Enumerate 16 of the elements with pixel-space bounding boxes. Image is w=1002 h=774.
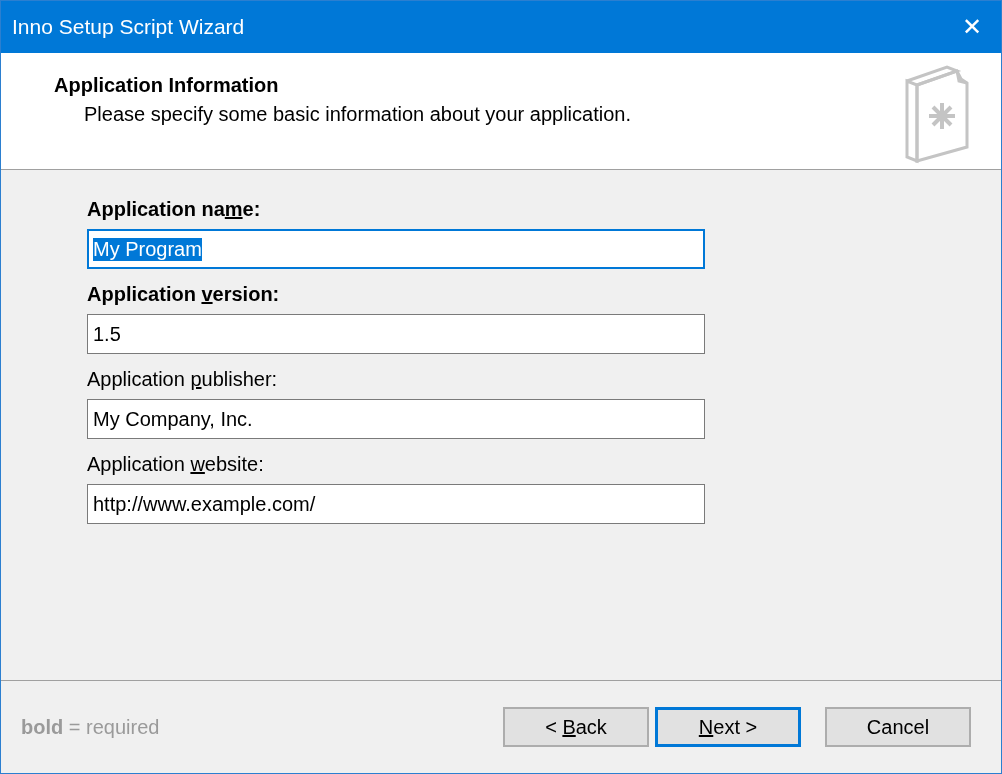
text-field[interactable]: My Program [87,229,705,269]
back-button[interactable]: < Back [503,707,649,747]
page-title: Application Information [54,74,280,97]
field-label: Application name: [87,198,261,221]
window-title: Inno Setup Script Wizard [12,15,245,39]
text-field[interactable]: 1.5 [87,314,705,354]
page-subtitle: Please specify some basic information about your application. [83,103,631,126]
field-label: Application version: [87,283,280,306]
text-field[interactable]: http://www.example.com/ [87,484,705,524]
next-button[interactable]: Next > [655,707,801,747]
cancel-button[interactable]: Cancel [825,707,971,747]
field-label: Application publisher: [87,368,278,391]
legend-text: bold = required [21,715,160,739]
close-button[interactable]: ✕ [943,1,1001,53]
text-field[interactable]: My Company, Inc. [87,399,705,439]
field-label: Application website: [87,453,264,476]
